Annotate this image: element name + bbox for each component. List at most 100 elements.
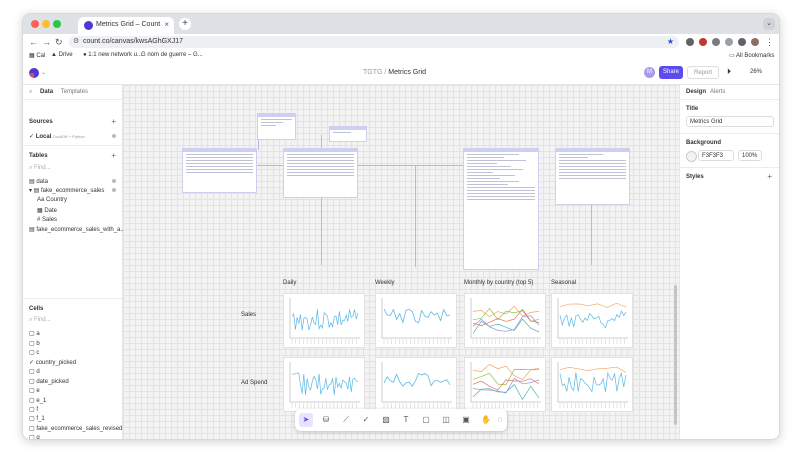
cell-item[interactable]: ▢ a xyxy=(29,330,40,337)
chart-monthly-ad-spend[interactable] xyxy=(464,357,546,412)
title-input[interactable]: Metrics Grid xyxy=(686,116,774,127)
cell-item[interactable]: ▢ e xyxy=(29,387,40,394)
cells-find-input[interactable]: ⌕ Find... xyxy=(29,317,51,324)
extension-icon[interactable] xyxy=(699,38,707,46)
table-item[interactable]: ▤ data xyxy=(29,178,48,185)
report-button[interactable]: Report xyxy=(687,66,719,79)
table-cell[interactable] xyxy=(182,148,257,193)
breadcrumb-parent[interactable]: TGTG xyxy=(363,69,382,76)
cell-item[interactable]: ▢ f xyxy=(29,406,38,413)
cell-item[interactable]: ▢ e_1 xyxy=(29,397,46,404)
chart-weekly-ad-spend[interactable] xyxy=(375,357,457,412)
new-tab-button[interactable]: + xyxy=(179,18,191,30)
profile-avatar[interactable] xyxy=(751,38,759,46)
python-cell[interactable] xyxy=(555,148,630,205)
extension-icon[interactable] xyxy=(686,38,694,46)
tables-find-input[interactable]: ⌕ Find... xyxy=(29,165,51,172)
table-item[interactable]: ▤ fake_ecommerce_sales_with_a... xyxy=(29,226,125,233)
cell-item[interactable]: ▢ c xyxy=(29,349,39,356)
bookmark-network[interactable]: ● 1:1 new network u... xyxy=(83,52,142,58)
canvas[interactable]: Daily Weekly Monthly by country (top 5) … xyxy=(123,85,679,439)
page-title[interactable]: Metrics Grid xyxy=(388,69,426,76)
count-favicon-icon xyxy=(84,21,93,30)
sql-cell[interactable] xyxy=(257,113,296,140)
cell-item[interactable]: ▢ g xyxy=(29,434,40,439)
reload-icon[interactable]: ↻ xyxy=(55,37,63,48)
tab-search-button[interactable]: ⌄ xyxy=(763,18,775,30)
background-hex-input[interactable]: F3F3F3 xyxy=(698,150,734,161)
sticky-note-tool-icon[interactable]: ▨ xyxy=(379,413,393,427)
source-local[interactable]: ✓ Local DuckDB + Python xyxy=(29,133,85,140)
database-tool-icon[interactable]: ⛁ xyxy=(319,413,333,427)
column-item[interactable]: ▦ Date xyxy=(37,207,57,214)
text-tool-icon[interactable]: T xyxy=(399,413,413,427)
checklist-tool-icon[interactable]: ✓ xyxy=(359,413,373,427)
back-icon[interactable]: ← xyxy=(29,37,38,47)
tab-design[interactable]: Design xyxy=(686,89,706,95)
zoom-level[interactable]: 26% xyxy=(750,69,762,75)
sql-cell[interactable] xyxy=(329,126,367,142)
row-label-sales: Sales xyxy=(241,312,257,318)
chart-monthly-sales[interactable] xyxy=(464,293,546,348)
close-tab-icon[interactable]: × xyxy=(164,20,169,29)
user-avatar[interactable]: M xyxy=(644,67,655,78)
count-logo-icon[interactable] xyxy=(29,68,39,78)
column-item[interactable]: Aa Country xyxy=(37,197,67,203)
tab-alerts[interactable]: Alerts xyxy=(710,89,725,95)
column-item[interactable]: # Sales xyxy=(37,217,57,223)
chart-daily-sales[interactable] xyxy=(283,293,365,348)
select-tool-icon[interactable]: ➤ xyxy=(299,413,313,427)
url-field[interactable]: ⚙ count.co/canvas/kwsAGhGXJ17 ★ xyxy=(69,36,679,48)
sidebar-tabs: ⌕ Data Templates xyxy=(29,89,94,96)
image-tool-icon[interactable]: ▣ xyxy=(459,413,473,427)
hand-tool-icon[interactable]: ✋ xyxy=(479,413,493,427)
maximize-window-button[interactable] xyxy=(53,20,61,28)
cell-item[interactable]: ▢ f_1 xyxy=(29,415,45,422)
cell-item[interactable]: ▢ fake_ecommerce_sales_revised xyxy=(29,425,122,432)
browser-tab[interactable]: Metrics Grid – Count × xyxy=(78,17,174,34)
bookmark-cal[interactable]: ▦ Cal xyxy=(29,52,45,59)
cell-item[interactable]: ▢ date_picked xyxy=(29,378,69,385)
shape-tool-icon[interactable]: ▢ xyxy=(419,413,433,427)
search-icon[interactable]: ⌕ xyxy=(29,89,32,95)
sources-heading: Sources xyxy=(29,119,53,125)
sidebar-toggle-icon[interactable] xyxy=(738,38,746,46)
background-swatch[interactable] xyxy=(686,151,697,162)
share-button[interactable]: Share xyxy=(659,66,683,79)
chart-daily-ad-spend[interactable] xyxy=(283,357,365,412)
add-style-icon[interactable]: + xyxy=(767,172,772,181)
bookmark-star-icon[interactable]: ★ xyxy=(667,37,674,46)
python-cell[interactable] xyxy=(463,148,539,270)
browser-menu-icon[interactable]: ⋮ xyxy=(765,37,774,48)
comment-tool-icon[interactable]: ◌ xyxy=(493,413,507,427)
all-bookmarks[interactable]: ▭ All Bookmarks xyxy=(729,52,774,59)
site-info-icon[interactable]: ⚙ xyxy=(73,37,79,45)
present-icon[interactable]: ⏵ xyxy=(727,67,731,77)
add-table-icon[interactable]: + xyxy=(111,151,116,160)
chart-weekly-sales[interactable] xyxy=(375,293,457,348)
chart-seasonal-sales[interactable] xyxy=(551,293,633,348)
chart-seasonal-ad-spend[interactable] xyxy=(551,357,633,412)
add-source-icon[interactable]: + xyxy=(111,117,116,126)
close-window-button[interactable] xyxy=(31,20,39,28)
extensions-puzzle-icon[interactable] xyxy=(712,38,720,46)
downloads-icon[interactable] xyxy=(725,38,733,46)
cell-item[interactable]: ▢ d xyxy=(29,368,40,375)
background-opacity-input[interactable]: 100% xyxy=(738,150,762,161)
table-cell[interactable] xyxy=(283,148,358,198)
chart-tool-icon[interactable]: ⟋ xyxy=(339,413,353,427)
canvas-scrollbar[interactable] xyxy=(674,285,677,425)
cell-item[interactable]: ✓ country_picked xyxy=(29,359,76,366)
cell-item[interactable]: ▢ b xyxy=(29,340,40,347)
tab-templates[interactable]: Templates xyxy=(61,89,88,95)
bookmark-drive[interactable]: ▲ Drive xyxy=(51,52,73,58)
chevron-down-icon[interactable]: ⌄ xyxy=(41,69,46,76)
table-item[interactable]: ▾ ▤ fake_ecommerce_sales xyxy=(29,187,104,194)
forward-icon[interactable]: → xyxy=(42,37,51,47)
frame-tool-icon[interactable]: ◫ xyxy=(439,413,453,427)
status-dot-icon xyxy=(112,134,116,138)
column-label-weekly: Weekly xyxy=(375,280,395,286)
tab-data[interactable]: Data xyxy=(40,89,53,95)
bookmark-nom-de-guerre[interactable]: G nom de guerre – G... xyxy=(141,52,203,58)
minimize-window-button[interactable] xyxy=(42,20,50,28)
